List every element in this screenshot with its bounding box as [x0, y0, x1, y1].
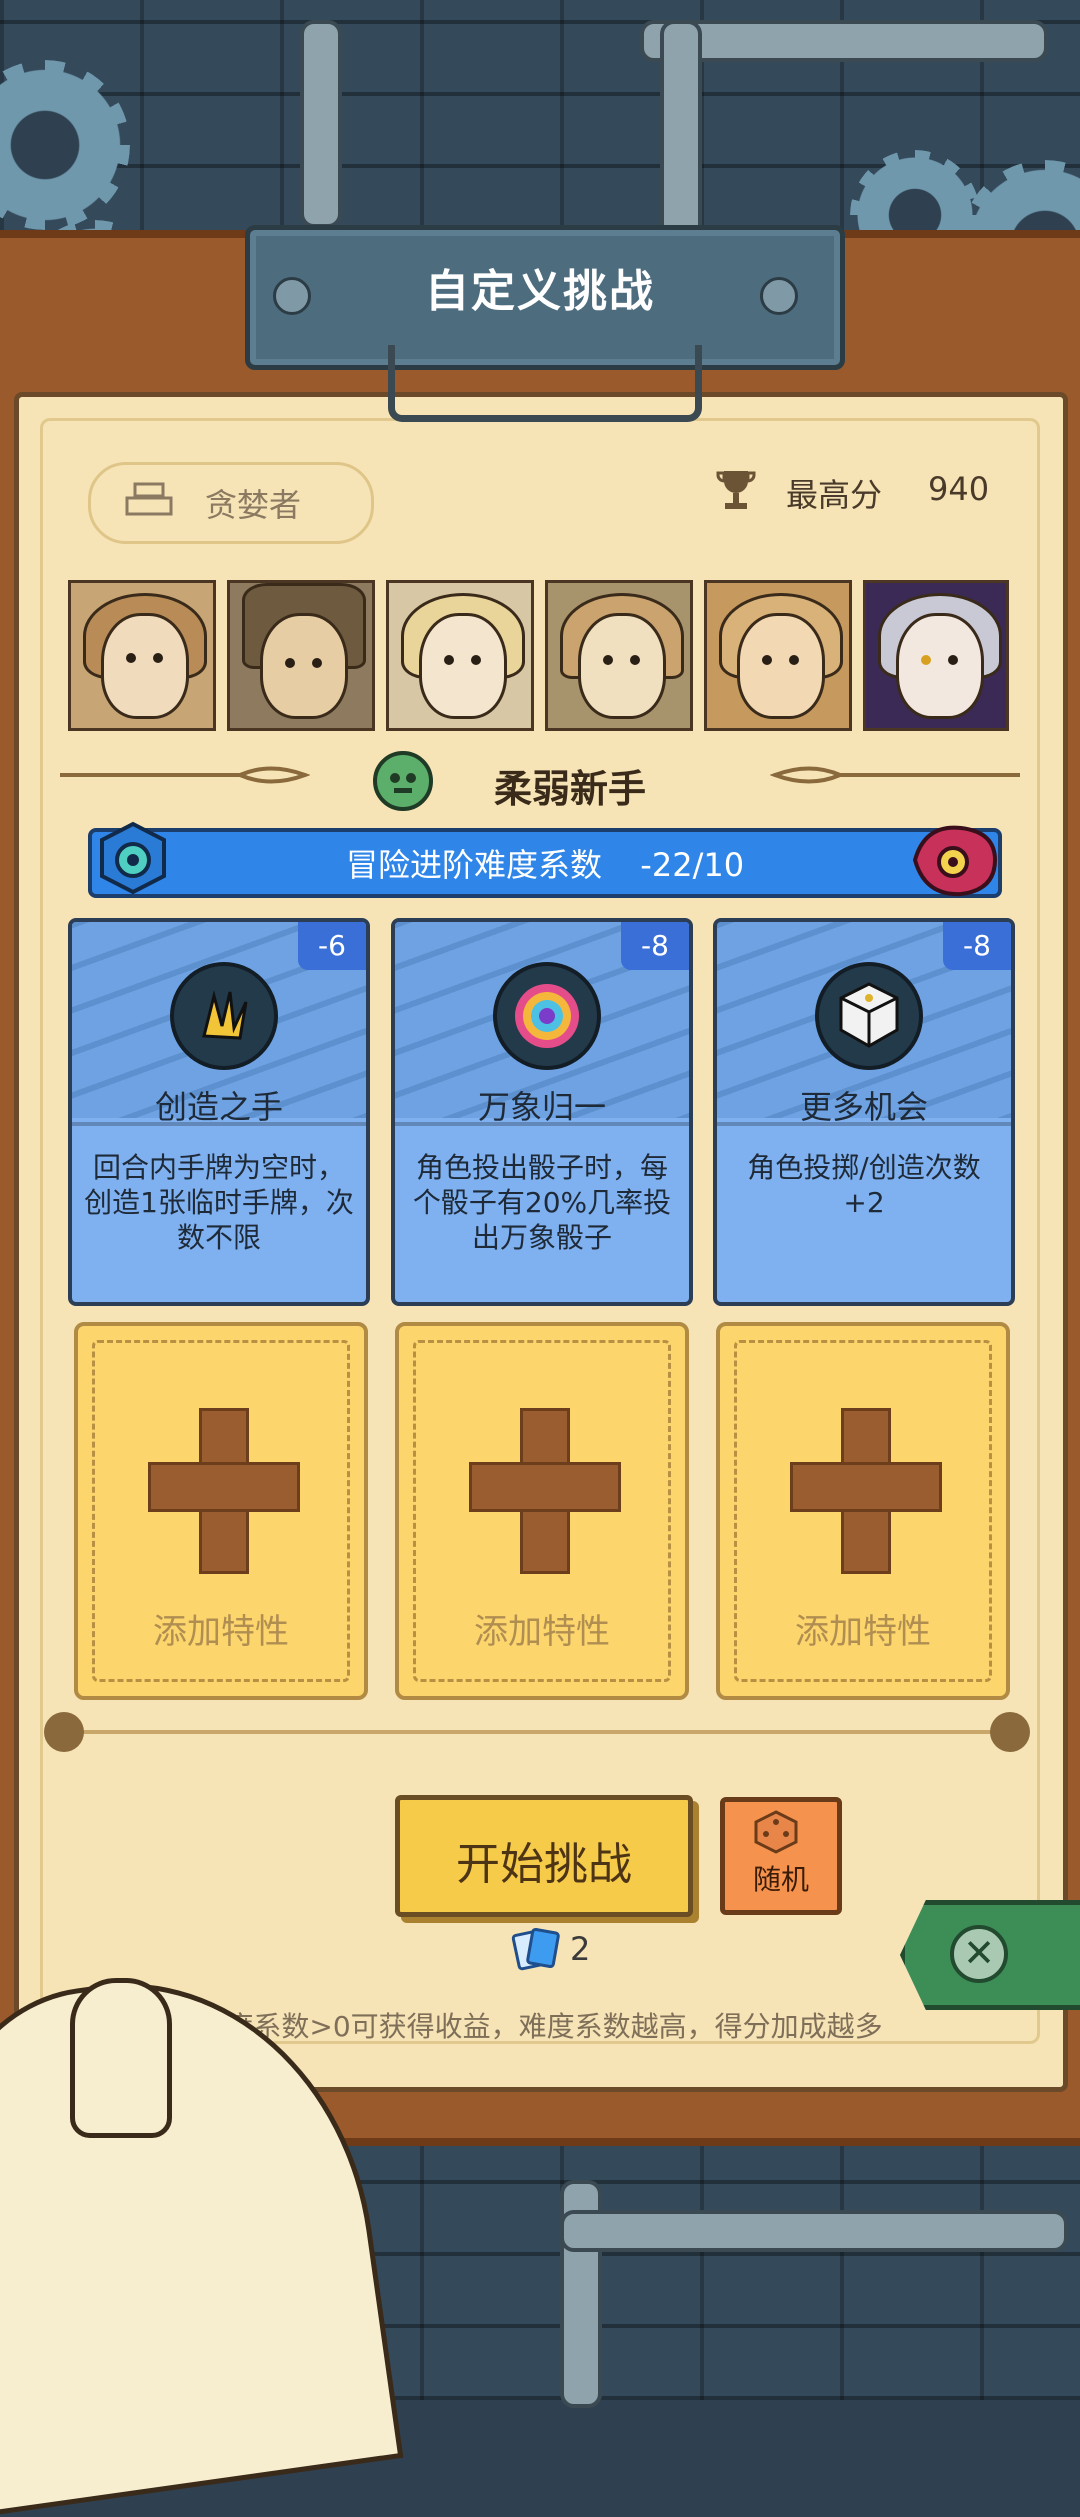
cards-count: 2	[570, 1930, 591, 1968]
close-icon[interactable]: ✕	[950, 1925, 1008, 1983]
difficulty-bar-label: 冒险进阶难度系数	[345, 846, 602, 884]
trophy-icon	[716, 471, 756, 509]
pipe	[300, 20, 342, 228]
trait-card[interactable]: -8 更多机会 角色投掷/创造次数+2	[713, 918, 1015, 1306]
character-portrait[interactable]	[704, 580, 852, 731]
add-trait-slot[interactable]: 添加特性	[395, 1322, 689, 1700]
green-slime-icon	[373, 751, 433, 811]
add-trait-label: 添加特性	[795, 1612, 931, 1652]
cards-icon	[511, 1927, 560, 1971]
page-title: 自定义挑战	[425, 266, 655, 317]
character-portrait[interactable]	[386, 580, 534, 731]
start-challenge-label: 开始挑战	[456, 1839, 632, 1890]
add-trait-slot[interactable]: 添加特性	[74, 1322, 368, 1700]
difficulty-bar-text: 冒险进阶难度系数 -22/10	[88, 840, 1002, 886]
pipe	[660, 20, 702, 238]
difficulty-bar-value: -22/10	[640, 846, 745, 884]
random-label: 随机	[752, 1863, 809, 1896]
add-trait-slot[interactable]: 添加特性	[716, 1322, 1010, 1700]
yellow-hand-icon	[170, 962, 278, 1070]
clip	[388, 345, 702, 422]
gear-icon	[990, 1712, 1030, 1752]
difficulty-name: 柔弱新手	[494, 767, 647, 811]
best-score-value: 940	[928, 470, 990, 508]
gear-icon	[44, 1712, 84, 1752]
thumb-illustration	[70, 1978, 172, 2138]
trait-description: 角色投掷/创造次数+2	[747, 1151, 981, 1219]
ornament-right	[770, 766, 1020, 784]
divider	[52, 1730, 1022, 1734]
pipe	[560, 2210, 1068, 2252]
best-score-label: 最高分	[786, 476, 883, 514]
trait-description: 回合内手牌为空时，创造1张临时手牌，次数不限	[84, 1151, 354, 1254]
trait-cost-badge: -6	[298, 922, 366, 970]
character-portrait[interactable]	[863, 580, 1009, 731]
character-portrait[interactable]	[68, 580, 216, 731]
trait-cost-badge: -8	[621, 922, 689, 970]
ornament-left	[60, 766, 310, 784]
gold-bars-icon	[125, 482, 173, 516]
trait-card[interactable]: -8 万象归一 角色投出骰子时，每个骰子有20%几率投出万象骰子	[391, 918, 693, 1306]
character-portrait[interactable]	[227, 580, 375, 731]
character-portrait[interactable]	[545, 580, 693, 731]
trait-cost-badge: -8	[943, 922, 1011, 970]
trait-description: 角色投出骰子时，每个骰子有20%几率投出万象骰子	[412, 1151, 672, 1254]
add-trait-label: 添加特性	[474, 1612, 610, 1652]
add-trait-label: 添加特性	[153, 1612, 289, 1652]
player-name: 贪婪者	[205, 486, 302, 524]
dice-cube-icon	[815, 962, 923, 1070]
rainbow-swirl-icon	[493, 962, 601, 1070]
trait-card[interactable]: -6 创造之手 回合内手牌为空时，创造1张临时手牌，次数不限	[68, 918, 370, 1306]
dice-icon	[754, 1810, 798, 1854]
